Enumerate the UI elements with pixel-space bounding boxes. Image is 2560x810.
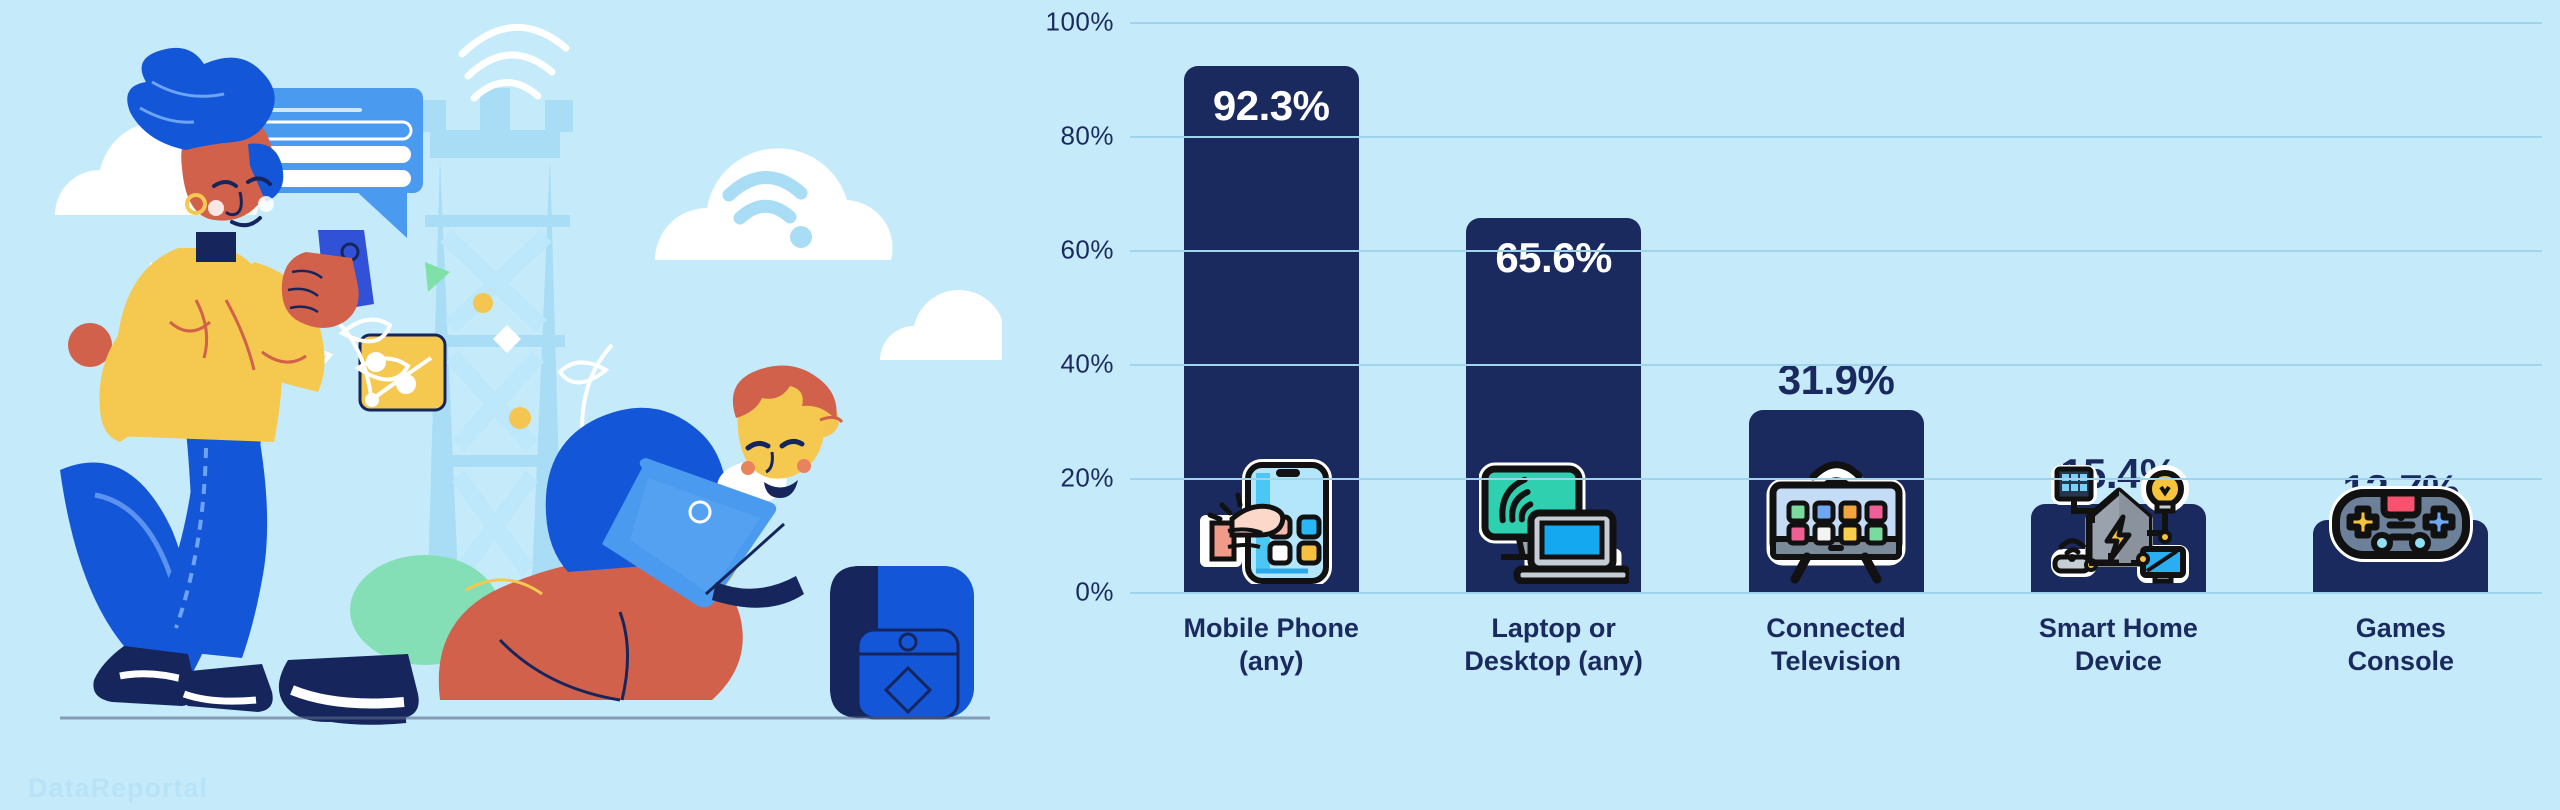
category-line-2: Console [2347, 645, 2455, 676]
plot-area: 92.3% 65.6% 31.9% 15.4% 100% 80% 60% 40%… [1046, 7, 2542, 607]
bars-container: 92.3% 65.6% 31.9% 15.4% [1130, 22, 2542, 592]
y-axis-tick-label: 0% [1075, 576, 1114, 607]
category-line-2: Television [1770, 645, 1902, 676]
gridline [1130, 364, 2542, 366]
gridline [1130, 250, 2542, 252]
x-axis-category-label: Smart Home Device [1977, 612, 2259, 678]
gridline [1130, 136, 2542, 138]
bar[interactable]: 31.9% [1748, 356, 1924, 592]
x-axis-category-label: Laptop or Desktop (any) [1412, 612, 1694, 678]
backpack-icon [830, 566, 974, 720]
y-axis-tick-label: 20% [1060, 462, 1114, 493]
bar-chart: 92.3% 65.6% 31.9% 15.4% 100% 80% 60% 40%… [1010, 0, 2560, 810]
bar-column[interactable]: 31.9% [1695, 22, 1977, 592]
x-axis-category-label: Connected Television [1695, 612, 1977, 678]
bar[interactable]: 12.7% [2313, 466, 2489, 592]
infographic-page: DataReportal 92.3% 65.6% 31.9% 15.4% 100… [0, 0, 2560, 810]
x-axis-category-label: Games Console [2260, 612, 2542, 678]
category-line-1: Connected [1766, 613, 1906, 643]
gridline [1130, 478, 2542, 480]
dot-shape-yellow3-icon [509, 407, 531, 429]
category-line-2: Desktop (any) [1464, 645, 1643, 676]
watermark-text: DataReportal [28, 773, 209, 803]
gridline [1130, 592, 2542, 594]
x-axis-category-label: Mobile Phone (any) [1130, 612, 1412, 678]
category-line-1: Games [2355, 613, 2446, 643]
bar-column[interactable]: 92.3% [1130, 22, 1412, 592]
bar-column[interactable]: 15.4% [1977, 22, 2259, 592]
bar[interactable]: 92.3% [1183, 65, 1359, 592]
y-axis-tick-label: 60% [1060, 234, 1114, 265]
bar-value-label: 92.3% [1212, 81, 1330, 129]
x-axis-labels: Mobile Phone (any) Laptop or Desktop (any) C… [1130, 612, 2542, 678]
category-line-2: (any) [1238, 645, 1304, 676]
y-axis-tick-label: 100% [1045, 6, 1114, 37]
category-line-1: Smart Home [2038, 613, 2198, 643]
bar-column[interactable]: 12.7% [2260, 22, 2542, 592]
bar[interactable]: 15.4% [2030, 450, 2206, 592]
illustration-artwork [0, 0, 1010, 810]
y-axis-tick-label: 80% [1060, 120, 1114, 151]
dot-shape-yellow2-icon [473, 293, 493, 313]
category-line-2: Device [2074, 645, 2162, 676]
illustration-panel: DataReportal [0, 0, 1010, 810]
category-line-1: Mobile Phone [1183, 613, 1359, 643]
dot-shape-icon [68, 323, 112, 367]
bar[interactable]: 65.6% [1466, 218, 1642, 592]
gridline [1130, 22, 2542, 24]
bar-column[interactable]: 65.6% [1412, 22, 1694, 592]
category-line-1: Laptop or [1491, 613, 1616, 643]
bar-value-label: 65.6% [1495, 234, 1612, 282]
y-axis-tick-label: 40% [1060, 348, 1114, 379]
